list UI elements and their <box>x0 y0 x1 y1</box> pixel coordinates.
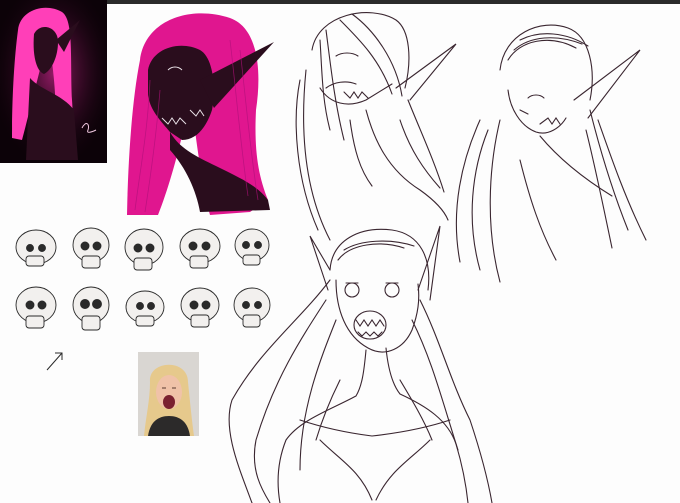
sketch-elf-open-mouth-bust <box>228 225 493 503</box>
sketch-canvas <box>0 0 680 503</box>
